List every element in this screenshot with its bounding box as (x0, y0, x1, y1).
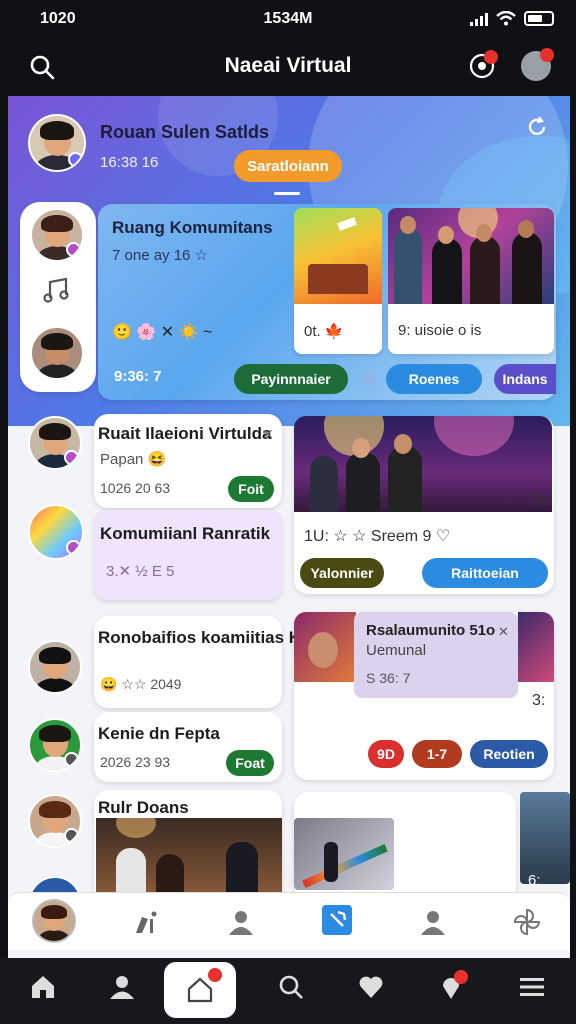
event-card-side: 7t: (532, 492, 549, 509)
list-item-4-meta: 2026 23 93 (100, 754, 171, 770)
active-tab[interactable] (322, 905, 352, 935)
hero-meta: 16:38 16 (100, 154, 159, 171)
popup-pill-2[interactable]: 1-7 (412, 740, 462, 768)
featured-tile-2-image[interactable] (388, 208, 554, 304)
hero-name: Rouan Sulen Satlds (100, 122, 270, 142)
list-avatar-5[interactable] (28, 794, 82, 848)
event-card-button-1[interactable]: Yalonnier (300, 558, 384, 588)
home-icon[interactable] (30, 974, 56, 1000)
handle-bar (274, 192, 300, 195)
hero-avatar[interactable] (28, 114, 86, 172)
featured-tile-2-text: 9: uisoie o is (398, 322, 482, 339)
popup-sub: Uemunal (366, 642, 427, 659)
list-item-1-title: Ruait Ilaeioni Virtulda (98, 424, 272, 443)
popup-pill-1[interactable]: 9D (368, 740, 404, 768)
app-bar: Naeai Virtual (0, 40, 576, 96)
lower-card-side: 6: (528, 872, 541, 889)
featured-reactions: 🙂 🌸 ✕ ☀️ ~ (112, 324, 213, 341)
list-item-2-title: Komumiianl Ranratik (100, 524, 271, 543)
featured-button-2[interactable]: Roenes (386, 364, 482, 394)
list-item-1-sub: Papan 😆 (100, 451, 167, 468)
music-icon[interactable] (42, 274, 72, 304)
featured-title: Ruang Komumitans (112, 218, 273, 237)
share-icon (330, 910, 347, 927)
popup-title: Rsalaumunito 51o (366, 622, 496, 639)
featured-count: 9:36: 7 (114, 368, 162, 385)
rail-avatar-1[interactable] (30, 208, 84, 262)
event-card-image[interactable] (294, 416, 552, 512)
profile-button[interactable] (518, 48, 554, 84)
list-item-5-title: Rulr Doans (98, 798, 189, 817)
list-item-4-title: Kenie dn Fepta (98, 724, 220, 743)
system-icons (470, 11, 554, 26)
featured-tile-1-text: 0t. 🍁 (304, 323, 344, 340)
list-avatar-4[interactable] (28, 718, 82, 772)
event-card-text: 1U: ☆ ☆ Sreem 9 ♡ (304, 528, 451, 545)
list-avatar-3[interactable] (28, 640, 82, 694)
signal-icon (470, 12, 488, 26)
featured-button-1[interactable]: Payinnnaier (234, 364, 348, 394)
location-badge (454, 970, 468, 984)
list-avatar-2[interactable] (28, 504, 84, 560)
person-icon[interactable] (226, 907, 256, 937)
battery-icon (524, 11, 554, 26)
popup-close-icon[interactable]: ✕ (498, 624, 509, 640)
profile-badge (540, 48, 554, 62)
notification-dot (484, 50, 498, 64)
rail-avatar-2[interactable] (30, 326, 84, 380)
list-item-4-button[interactable]: Foat (226, 750, 274, 776)
search-nav-icon[interactable] (278, 974, 304, 1000)
nav-home-button[interactable] (164, 962, 236, 1018)
event-card-button-2[interactable]: Raittoeian (422, 558, 548, 588)
refresh-icon[interactable] (526, 116, 548, 138)
popup-meta: S 36: 7 (366, 670, 411, 686)
popup-pill-3[interactable]: Reotien (470, 740, 548, 768)
bottom-action-bar (8, 892, 570, 950)
main-content: Rouan Sulen Satlds 16:38 16 Saratloiann … (8, 96, 570, 958)
popup-left-image (294, 612, 356, 682)
profile-nav-icon[interactable] (108, 972, 136, 1000)
list-item-1-button[interactable]: Foit (228, 476, 274, 502)
house-badge (208, 968, 222, 982)
list-avatar-1[interactable] (28, 416, 82, 470)
pinwheel-icon[interactable] (512, 907, 542, 937)
close-icon[interactable]: ✕ (262, 426, 274, 443)
wifi-icon (496, 11, 516, 26)
user-icon[interactable] (418, 907, 448, 937)
list-item-1-meta: 1026 20 63 (100, 480, 171, 496)
bottom-avatar[interactable] (32, 899, 76, 943)
popup-side: 3: (532, 692, 546, 709)
menu-icon[interactable] (520, 976, 544, 998)
popup-right-image (518, 612, 554, 682)
notifications-button[interactable] (464, 48, 500, 84)
lower-card-image (294, 818, 394, 890)
list-item-5-image (96, 818, 282, 896)
heart-icon[interactable] (358, 974, 384, 1000)
hero-action-button[interactable]: Saratloiann (234, 150, 342, 182)
featured-button-3[interactable]: Indans (494, 364, 556, 394)
list-item-2-meta: 3.✕ ½ E 5 (106, 563, 175, 580)
featured-sub: 7 one ay 16 ☆ (112, 247, 209, 264)
lower-right-image (520, 792, 570, 884)
list-item-3-meta: 😀 ☆☆ 2049 (100, 676, 182, 692)
bottom-nav (0, 958, 576, 1024)
status-bar: 1020 1534M (0, 0, 576, 40)
featured-tile-1-image[interactable] (294, 208, 382, 304)
edit-icon[interactable] (132, 909, 160, 937)
featured-dot (360, 370, 376, 386)
